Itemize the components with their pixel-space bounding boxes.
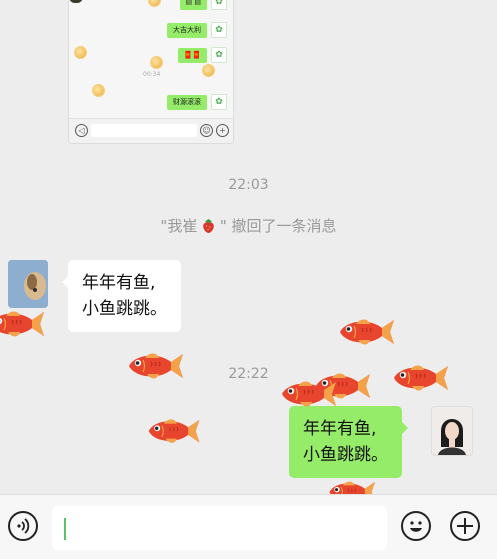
recall-user: "我崔 bbox=[160, 217, 198, 235]
chat-input-bar bbox=[0, 494, 497, 559]
coin-icon bbox=[203, 65, 214, 76]
plus-icon: + bbox=[216, 124, 229, 137]
mini-input-field bbox=[91, 124, 197, 137]
coin-icon bbox=[75, 47, 86, 58]
timestamp: 22:03 bbox=[228, 177, 269, 193]
wechat-pay-icon: ✿ bbox=[211, 47, 227, 63]
message-text-line: 年年有鱼, bbox=[82, 273, 156, 293]
avatar-fragment bbox=[69, 0, 83, 3]
coin-icon bbox=[151, 57, 162, 68]
more-button[interactable] bbox=[450, 511, 480, 541]
fish-icon bbox=[393, 364, 449, 392]
message-text-line: 年年有鱼, bbox=[303, 419, 377, 439]
message-input[interactable] bbox=[52, 506, 387, 550]
voice-icon: ◁ bbox=[75, 124, 88, 137]
recall-message: " 撤回了一条消息 bbox=[219, 217, 337, 235]
girl-avatar-image bbox=[432, 407, 472, 455]
emoji-button[interactable] bbox=[401, 511, 431, 541]
fish-icon bbox=[128, 352, 184, 380]
fish-icon bbox=[148, 418, 200, 444]
coin-icon bbox=[93, 85, 104, 96]
fish-icon bbox=[281, 380, 337, 408]
mini-message-row: 大吉大利 ✿ bbox=[167, 22, 227, 38]
wechat-pay-icon: ✿ bbox=[211, 22, 227, 38]
voice-icon bbox=[17, 518, 30, 534]
mini-message-row: 🧧🧧 ✿ bbox=[177, 47, 227, 63]
incoming-message-bubble[interactable]: 年年有鱼, 小鱼跳跳。 bbox=[62, 260, 181, 332]
text-caret bbox=[64, 518, 66, 540]
coin-icon bbox=[149, 0, 160, 6]
strawberry-icon bbox=[203, 219, 214, 233]
emoji-icon: ☺ bbox=[200, 124, 213, 137]
my-avatar[interactable] bbox=[431, 406, 473, 456]
fish-icon bbox=[0, 310, 45, 338]
plus-icon bbox=[457, 518, 473, 534]
mini-input-bar: ◁ ☺ + bbox=[69, 118, 233, 143]
outgoing-message-bubble[interactable]: 年年有鱼, 小鱼跳跳。 bbox=[289, 406, 408, 478]
message-text-line: 小鱼跳跳。 bbox=[82, 299, 167, 319]
wechat-pay-icon: ✿ bbox=[211, 0, 227, 10]
message-text-line: 小鱼跳跳。 bbox=[303, 445, 388, 465]
embedded-screenshot-card[interactable]: ▤ ▤ ✿ 大吉大利 ✿ 🧧🧧 ✿ 00:34 财源滚滚 ✿ ◁ ☺ + bbox=[68, 0, 234, 144]
recall-notice: "我崔 " 撤回了一条消息 bbox=[0, 215, 497, 236]
dog-avatar-image bbox=[8, 260, 48, 308]
mini-bubble: 🧧🧧 bbox=[177, 47, 207, 63]
mini-bubble: 大吉大利 bbox=[167, 22, 207, 38]
mini-bubble: 财源滚滚 bbox=[167, 94, 207, 110]
fish-icon bbox=[339, 318, 395, 346]
mini-timestamp: 00:34 bbox=[143, 71, 161, 78]
wechat-pay-icon: ✿ bbox=[211, 94, 227, 110]
voice-button[interactable] bbox=[8, 511, 38, 541]
contact-avatar[interactable] bbox=[8, 260, 48, 308]
mini-bubble: ▤ ▤ bbox=[179, 0, 207, 10]
emoji-icon bbox=[410, 521, 422, 532]
mini-message-row: 财源滚滚 ✿ bbox=[167, 94, 227, 110]
mini-message-row: ▤ ▤ ✿ bbox=[179, 0, 227, 10]
